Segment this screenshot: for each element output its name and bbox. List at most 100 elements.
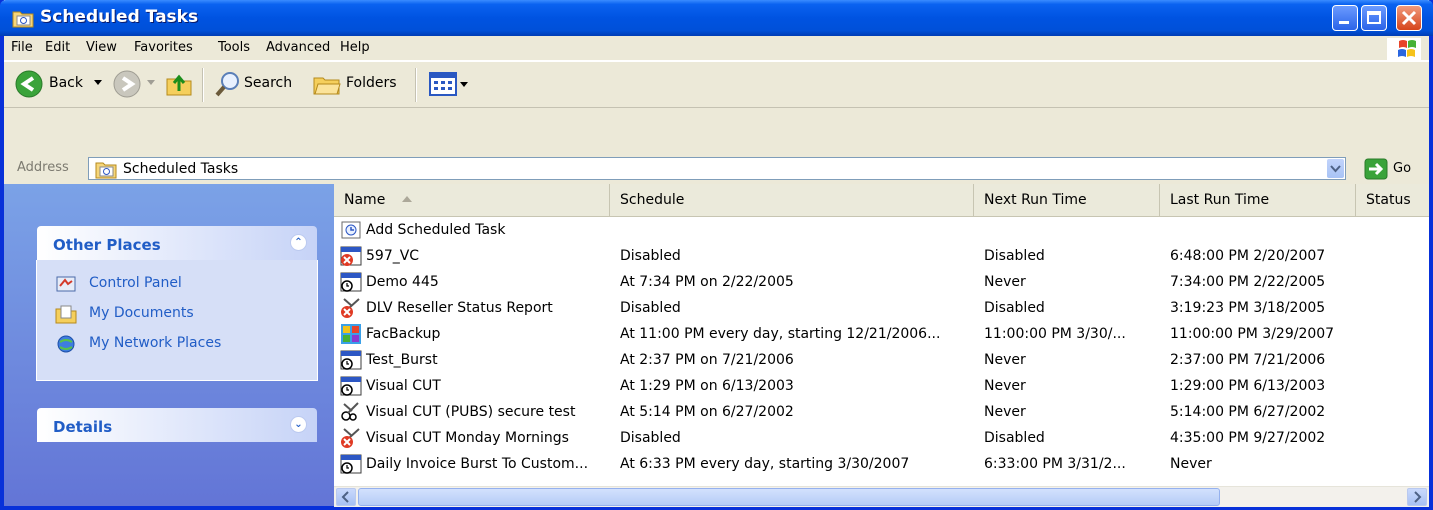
cell-name: DLV Reseller Status Report xyxy=(366,300,553,316)
scroll-left-button[interactable] xyxy=(336,488,356,506)
collapse-chevron-icon[interactable]: ⌃ xyxy=(290,234,307,251)
menu-view[interactable]: View xyxy=(86,40,117,55)
cell-schedule: At 5:14 PM on 6/27/2002 xyxy=(620,404,794,420)
details-header[interactable]: Details ⌄ xyxy=(37,408,317,442)
forward-dropdown-icon[interactable] xyxy=(147,80,155,85)
table-row[interactable]: FacBackup At 11:00 PM every day, starting… xyxy=(334,321,1429,347)
chevron-right-icon xyxy=(1414,491,1422,503)
cell-last-run-time: 5:14:00 PM 6/27/2002 xyxy=(1170,404,1326,420)
views-dropdown-icon[interactable] xyxy=(460,82,468,87)
disabled-scissors-task-icon xyxy=(341,298,360,318)
title-bar[interactable]: Scheduled Tasks xyxy=(0,0,1433,36)
column-header-row: Name Schedule Next Run Time Last Run Tim… xyxy=(334,184,1429,217)
cell-schedule: At 6:33 PM every day, starting 3/30/2007 xyxy=(620,456,910,472)
cell-schedule: Disabled xyxy=(620,430,681,446)
table-row[interactable]: Visual CUT Monday Mornings Disabled Disabl… xyxy=(334,425,1429,451)
table-row[interactable]: Visual CUT At 1:29 PM on 6/13/2003 Never 1:… xyxy=(334,373,1429,399)
menu-favorites[interactable]: Favorites xyxy=(134,40,193,55)
column-header-next-run-time[interactable]: Next Run Time xyxy=(974,184,1160,216)
back-dropdown-icon[interactable] xyxy=(94,80,102,85)
go-label: Go xyxy=(1393,161,1412,176)
cell-name: Visual CUT xyxy=(366,378,441,394)
close-button[interactable] xyxy=(1396,5,1422,31)
table-row[interactable]: Daily Invoice Burst To Custom... At 6:33 … xyxy=(334,451,1429,477)
sort-ascending-icon xyxy=(402,196,412,202)
cell-last-run-time: 11:00:00 PM 3/29/2007 xyxy=(1170,326,1335,342)
column-header-schedule[interactable]: Schedule xyxy=(610,184,974,216)
cell-next-run-time: Disabled xyxy=(984,300,1045,316)
cell-next-run-time: Never xyxy=(984,404,1026,420)
menu-help[interactable]: Help xyxy=(340,40,370,55)
window-title: Scheduled Tasks xyxy=(40,7,199,27)
search-button[interactable]: Search xyxy=(244,75,292,91)
scissors-task-icon xyxy=(341,402,359,421)
column-label: Name xyxy=(344,192,386,208)
place-label: My Network Places xyxy=(89,335,222,351)
table-row[interactable]: Add Scheduled Task xyxy=(334,217,1429,243)
folders-button[interactable]: Folders xyxy=(346,75,397,91)
scroll-thumb[interactable] xyxy=(358,488,1220,506)
task-icon xyxy=(340,272,362,292)
table-row[interactable]: Demo 445 At 7:34 PM on 2/22/2005 Never 7:34… xyxy=(334,269,1429,295)
go-button[interactable]: Go xyxy=(1364,158,1424,180)
column-header-name[interactable]: Name xyxy=(334,184,610,216)
back-arrow-icon[interactable] xyxy=(14,69,44,99)
up-folder-icon[interactable] xyxy=(164,69,194,99)
table-row[interactable]: DLV Reseller Status Report Disabled Disabl… xyxy=(334,295,1429,321)
cell-next-run-time: Disabled xyxy=(984,430,1045,446)
cell-schedule: At 7:34 PM on 2/22/2005 xyxy=(620,274,794,290)
address-value: Scheduled Tasks xyxy=(123,161,239,177)
cell-schedule: At 1:29 PM on 6/13/2003 xyxy=(620,378,794,394)
toolbar-separator xyxy=(415,68,417,102)
other-places-panel: Other Places ⌃ Control Panel My Document… xyxy=(36,226,318,381)
views-icon[interactable] xyxy=(429,71,457,97)
cell-next-run-time: 6:33:00 PM 3/31/2... xyxy=(984,456,1126,472)
column-header-last-run-time[interactable]: Last Run Time xyxy=(1160,184,1356,216)
close-icon xyxy=(1401,10,1417,26)
expand-chevron-icon[interactable]: ⌄ xyxy=(290,416,307,433)
table-row[interactable]: Visual CUT (PUBS) secure test At 5:14 PM … xyxy=(334,399,1429,425)
address-label: Address xyxy=(17,160,69,175)
menu-edit[interactable]: Edit xyxy=(45,40,70,55)
maximize-button[interactable] xyxy=(1361,5,1387,31)
menu-advanced[interactable]: Advanced xyxy=(266,40,330,55)
explorer-window: Scheduled Tasks File Edit View Favorites… xyxy=(0,0,1433,510)
task-pane: Other Places ⌃ Control Panel My Document… xyxy=(4,184,334,506)
add-task-icon xyxy=(341,221,361,239)
toolbar: Back Search Folders xyxy=(4,61,1429,108)
back-label[interactable]: Back xyxy=(49,75,83,91)
cell-last-run-time: 7:34:00 PM 2/22/2005 xyxy=(1170,274,1326,290)
cell-schedule: Disabled xyxy=(620,300,681,316)
horizontal-scrollbar[interactable] xyxy=(334,486,1429,507)
cell-last-run-time: 1:29:00 PM 6/13/2003 xyxy=(1170,378,1326,394)
address-input[interactable]: Scheduled Tasks xyxy=(88,157,1346,180)
address-dropdown-button[interactable] xyxy=(1327,159,1344,178)
other-places-header[interactable]: Other Places ⌃ xyxy=(37,226,317,260)
column-label: Last Run Time xyxy=(1170,192,1270,208)
task-icon xyxy=(340,454,362,474)
scheduled-tasks-folder-icon xyxy=(95,162,117,179)
forward-arrow-icon[interactable] xyxy=(112,69,142,99)
menu-tools[interactable]: Tools xyxy=(218,40,250,55)
cell-next-run-time: Never xyxy=(984,352,1026,368)
column-header-status[interactable]: Status xyxy=(1356,184,1429,216)
place-label: My Documents xyxy=(89,305,194,321)
scroll-right-button[interactable] xyxy=(1407,488,1427,506)
table-row[interactable]: Test_Burst At 2:37 PM on 7/21/2006 Never 2:… xyxy=(334,347,1429,373)
search-icon[interactable] xyxy=(214,70,242,98)
cell-name: Add Scheduled Task xyxy=(366,222,506,238)
chevron-left-icon xyxy=(341,491,349,503)
table-row[interactable]: 597_VC Disabled Disabled 6:48:00 PM 2/20/20… xyxy=(334,243,1429,269)
minimize-button[interactable] xyxy=(1332,5,1358,31)
control-panel-icon xyxy=(56,276,76,292)
folders-icon[interactable] xyxy=(312,70,342,98)
cell-schedule: At 11:00 PM every day, starting 12/21/20… xyxy=(620,326,941,342)
network-places-icon xyxy=(57,335,75,353)
go-arrow-icon xyxy=(1364,158,1388,180)
menu-file[interactable]: File xyxy=(11,40,33,55)
column-label: Status xyxy=(1366,192,1411,208)
disabled-task-icon xyxy=(340,246,362,266)
disabled-scissors-task-icon xyxy=(341,428,360,448)
toolbar-separator xyxy=(202,68,204,102)
cell-name: Visual CUT (PUBS) secure test xyxy=(366,404,576,420)
